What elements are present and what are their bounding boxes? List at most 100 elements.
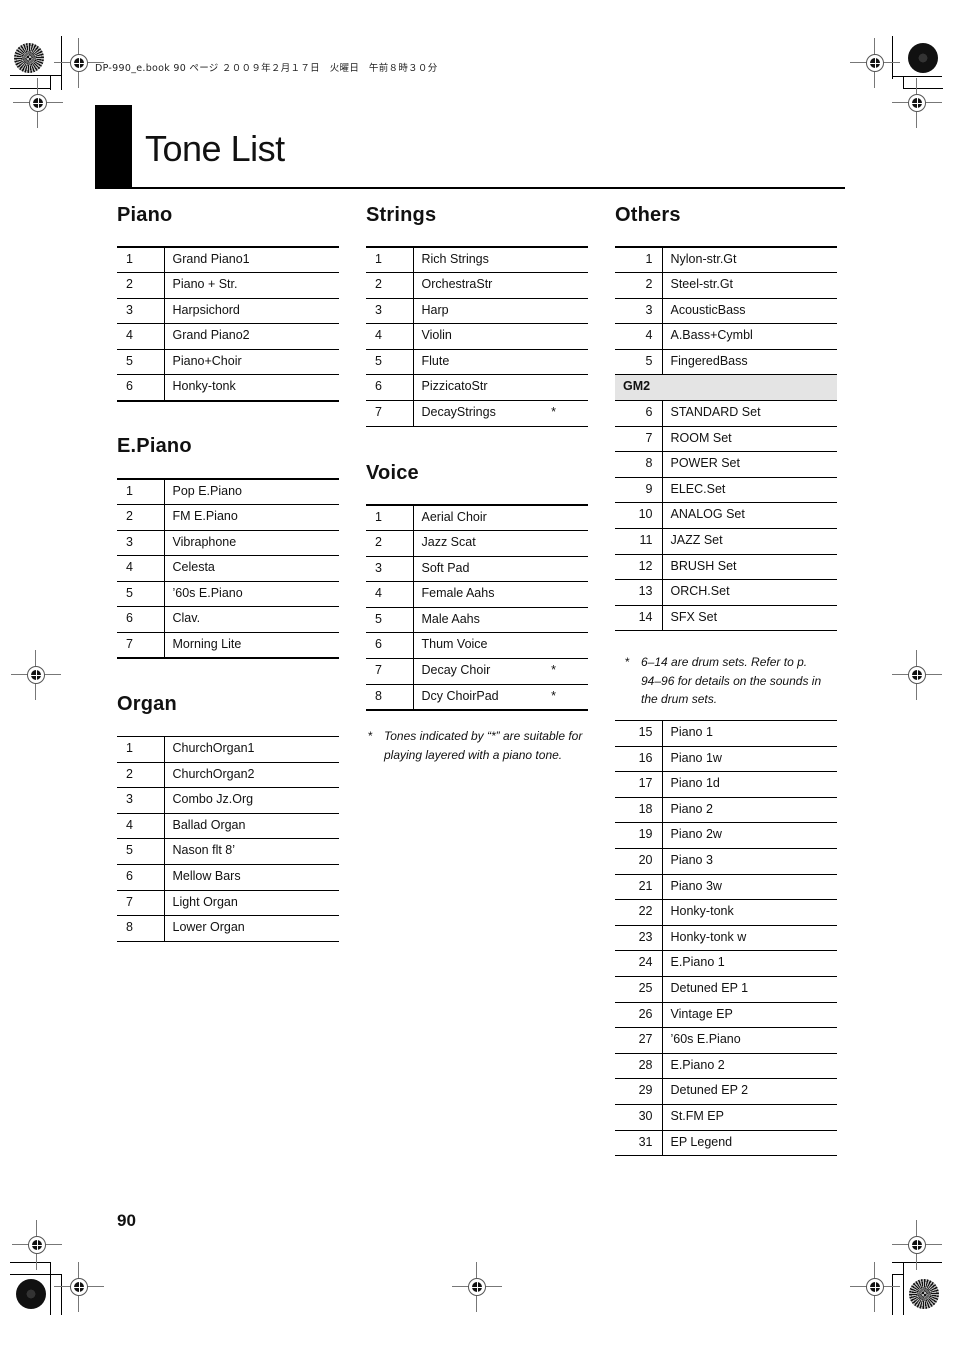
tone-name-cell: STANDARD Set [662, 400, 837, 427]
tone-row: 7 Light Organ [117, 890, 339, 917]
section-heading-epiano: E.Piano [117, 435, 192, 457]
tone-name: Ballad Organ [172, 817, 246, 832]
tone-row: 6 Mellow Bars [117, 864, 339, 891]
tone-number: 23 [615, 925, 663, 952]
tone-table-others-gm2: 15 Piano 1 16 Piano 1w 17 Piano 1d 18 Piano 2 19… [615, 720, 837, 1157]
tone-row: 5 Flute [366, 349, 588, 376]
title-rule [95, 187, 845, 189]
tone-name: St.FM EP [670, 1108, 724, 1123]
tone-number: 19 [615, 822, 663, 849]
tone-row: 15 Piano 1 [615, 720, 837, 747]
tone-name-cell: Light Organ [164, 890, 339, 917]
tone-row: 3 AcousticBass [615, 298, 837, 325]
tone-number: 5 [615, 349, 663, 376]
tone-row: 12 BRUSH Set [615, 554, 837, 581]
tone-name: Thum Voice [421, 637, 488, 652]
tone-name-cell: Piano 3w [662, 874, 837, 901]
tone-name: Piano 2 [670, 801, 713, 816]
tone-number: 28 [615, 1053, 663, 1080]
tone-number: 7 [366, 400, 414, 427]
tone-name: ROOM Set [670, 430, 732, 445]
tone-name-cell: ChurchOrgan2 [164, 762, 339, 789]
tone-name: SFX Set [670, 609, 718, 624]
tone-name-cell: Nylon-str.Gt [662, 246, 837, 274]
tone-row: 7 DecayStrings * [366, 400, 588, 427]
tone-name-cell: JAZZ Set [662, 528, 837, 555]
tone-name: Honky-tonk [670, 904, 734, 919]
tone-name-cell: Ballad Organ [164, 813, 339, 840]
tone-number: 5 [117, 581, 165, 608]
tone-number: 1 [117, 736, 165, 763]
tone-name-cell: Pop E.Piano [164, 478, 339, 506]
group-label: GM2 [615, 374, 837, 402]
tone-row: 10 ANALOG Set [615, 502, 837, 530]
tone-number: 1 [117, 246, 165, 274]
tone-name-cell: Celesta [164, 555, 339, 582]
tone-number: 1 [366, 246, 414, 274]
tone-name: Light Organ [172, 894, 238, 909]
tone-table-strings: 1 Rich Strings 2 OrchestraStr 3 Harp 4 Violin 5 F… [366, 246, 588, 427]
tone-row: 3 Vibraphone [117, 530, 339, 557]
tone-name: Clav. [172, 611, 201, 626]
footnote-text: Tones indicated by “*” are suitable for … [384, 729, 583, 762]
tone-number: 7 [615, 426, 663, 453]
tone-row: 27 ’60s E.Piano [615, 1027, 837, 1054]
tone-name-cell: EP Legend [662, 1130, 837, 1157]
tone-name-cell: Steel-str.Gt [662, 272, 837, 299]
tone-number: 4 [615, 323, 663, 350]
tone-row: 9 ELEC.Set [615, 477, 837, 504]
tone-number: 2 [366, 530, 414, 557]
tone-row: 5 FingeredBass [615, 349, 837, 376]
tone-row: 11 JAZZ Set [615, 528, 837, 555]
tone-name: PizzicatoStr [421, 379, 488, 394]
tone-name-cell: Dcy ChoirPad * [413, 684, 588, 711]
tone-table-organ: 1 ChurchOrgan1 2 ChurchOrgan2 3 Combo Jz.Org 4… [117, 736, 339, 942]
registration-mark [54, 1262, 104, 1312]
tone-row: 8 POWER Set [615, 451, 837, 478]
tone-number: 5 [117, 349, 165, 376]
registration-mark [850, 38, 900, 88]
layer-suitable-marker: * [551, 405, 556, 420]
tone-number: 2 [615, 272, 663, 299]
tone-number: 2 [117, 504, 165, 531]
tone-row: 2 OrchestraStr [366, 272, 588, 299]
tone-name-cell: FingeredBass [662, 349, 837, 376]
tone-name-cell: E.Piano 2 [662, 1053, 837, 1080]
tone-name: ChurchOrgan2 [172, 766, 255, 781]
tone-name: E.Piano 2 [670, 1057, 725, 1072]
tone-number: 31 [615, 1130, 663, 1157]
tone-number: 3 [366, 298, 414, 325]
tone-name-cell: Harp [413, 298, 588, 325]
tone-row: 13 ORCH.Set [615, 579, 837, 606]
tone-row: 4 Female Aahs [366, 581, 588, 608]
tone-row: 3 Harpsichord [117, 298, 339, 325]
tone-name-cell: SFX Set [662, 605, 837, 632]
tone-name-cell: AcousticBass [662, 298, 837, 325]
tone-row: 1 ChurchOrgan1 [117, 736, 339, 763]
tone-name-cell: E.Piano 1 [662, 950, 837, 977]
tone-row: 30 St.FM EP [615, 1104, 837, 1131]
tone-name-cell: St.FM EP [662, 1104, 837, 1131]
tone-name: Piano 1d [670, 776, 720, 791]
tone-name-cell: Lower Organ [164, 915, 339, 942]
tone-name: Piano+Choir [172, 353, 242, 368]
tone-number: 3 [117, 530, 165, 557]
tone-row: 31 EP Legend [615, 1130, 837, 1157]
tone-name: Piano 2w [670, 827, 722, 842]
crop-mark [903, 88, 943, 89]
tone-number: 6 [117, 374, 165, 402]
tone-name: Dcy ChoirPad [421, 688, 499, 703]
tone-name-cell: ’60s E.Piano [662, 1027, 837, 1054]
tone-row: 23 Honky-tonk w [615, 925, 837, 952]
print-header: DP-990_e.book 90 ページ ２００９年２月１７日 火曜日 午前８時… [95, 63, 438, 74]
tone-number: 9 [615, 477, 663, 504]
tone-number: 27 [615, 1027, 663, 1054]
tone-name: Celesta [172, 560, 215, 575]
tone-row: 2 FM E.Piano [117, 504, 339, 531]
tone-row: 6 Thum Voice [366, 632, 588, 660]
tone-number: 26 [615, 1002, 663, 1029]
tone-name-cell: Flute [413, 349, 588, 376]
tone-name-cell: Jazz Scat [413, 530, 588, 557]
tone-number: 25 [615, 976, 663, 1003]
tone-table-others: 1 Nylon-str.Gt 2 Steel-str.Gt 3 AcousticBass 4… [615, 246, 837, 632]
